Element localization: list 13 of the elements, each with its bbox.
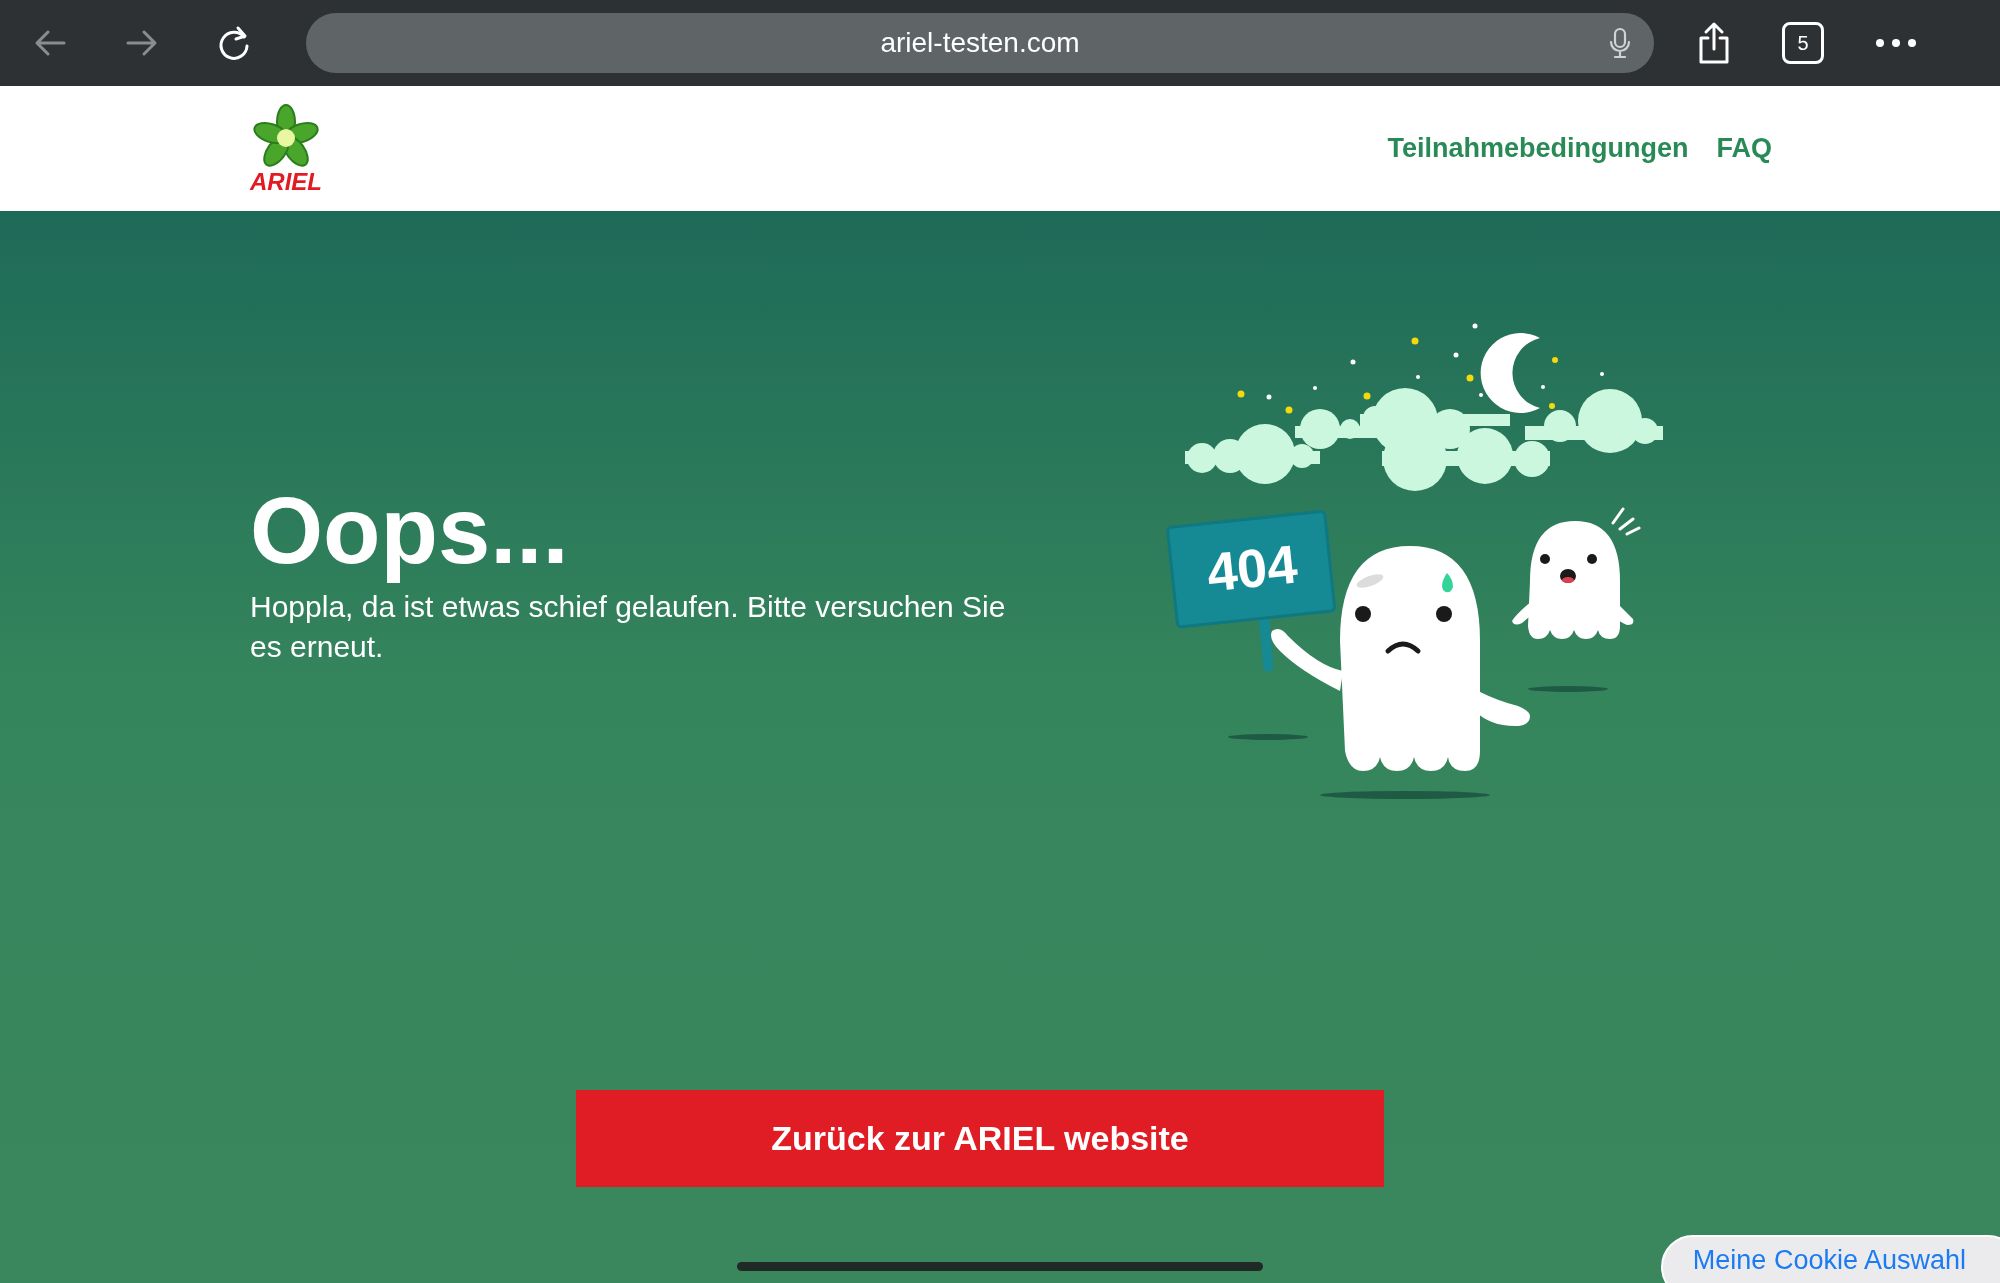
- back-to-website-button[interactable]: Zurück zur ARIEL website: [576, 1090, 1384, 1187]
- sign-text: 404: [1204, 533, 1300, 603]
- tabs-button[interactable]: 5: [1782, 22, 1824, 64]
- error-message: Hoppla, da ist etwas schief gelaufen. Bitte versuchen Sie es erneut.: [250, 589, 1007, 666]
- microphone-icon[interactable]: [1608, 27, 1632, 59]
- nav-link[interactable]: Teilnahmebedingungen: [1387, 133, 1689, 164]
- url-text: ariel-testen.com: [880, 27, 1080, 59]
- cookie-settings-button[interactable]: Meine Cookie Auswahl: [1660, 1235, 2000, 1283]
- error-title: Oops...: [250, 476, 570, 585]
- nav-link[interactable]: FAQ: [1716, 133, 1772, 164]
- address-bar[interactable]: ariel-testen.com: [306, 13, 1654, 73]
- logo-text[interactable]: ARIEL: [250, 169, 322, 194]
- more-icon[interactable]: [1874, 37, 1918, 49]
